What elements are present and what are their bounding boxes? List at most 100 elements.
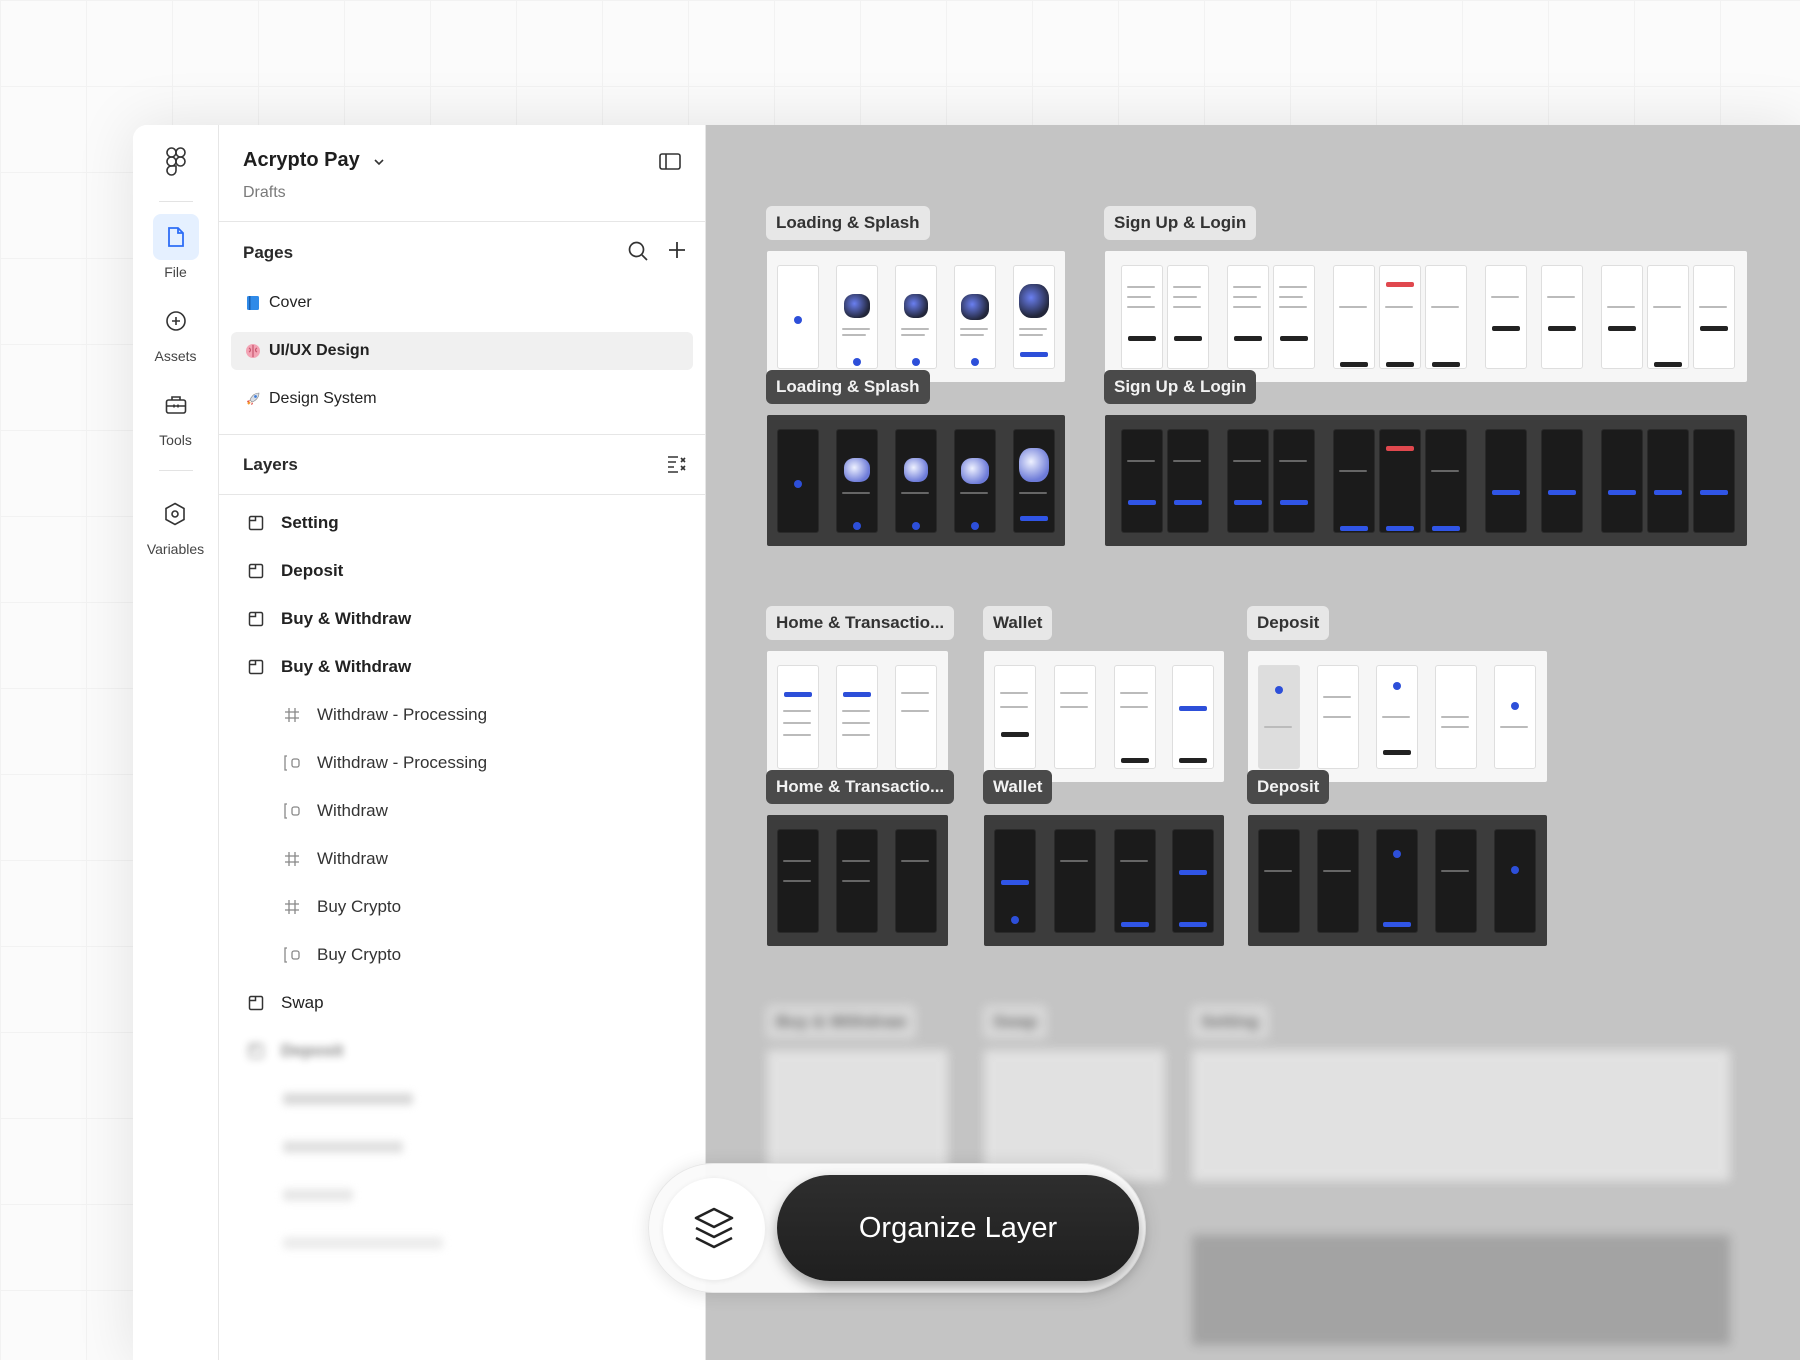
- sidebar-toggle-icon[interactable]: [659, 153, 681, 175]
- layer-item[interactable]: Buy Crypto: [219, 931, 705, 979]
- page-label: UI/UX Design: [269, 342, 370, 359]
- layer-item[interactable]: Withdraw - Processing: [219, 739, 705, 787]
- layer-label: Buy Crypto: [317, 945, 402, 964]
- section-icon: [247, 658, 265, 676]
- layer-label: Withdraw - Processing: [317, 753, 488, 772]
- section-frame-deposit[interactable]: [1248, 651, 1547, 782]
- layers-list: Setting Deposit Buy & Withdraw Buy & Wit…: [219, 495, 705, 1267]
- layer-item[interactable]: Swap: [219, 979, 705, 1027]
- section-label[interactable]: Setting: [1191, 1005, 1269, 1039]
- section-icon: [247, 610, 265, 628]
- section-frame-signup-login[interactable]: [1105, 251, 1747, 382]
- section-label[interactable]: Sign Up & Login: [1104, 370, 1257, 404]
- rail-item-tools[interactable]: Tools: [153, 382, 199, 448]
- component-instance-icon: [283, 946, 301, 964]
- figma-logo-icon[interactable]: [162, 147, 190, 179]
- page-item-cover[interactable]: Cover: [231, 284, 693, 322]
- section-icon: [247, 562, 265, 580]
- section-frame-setting-dark[interactable]: [1192, 1235, 1730, 1345]
- layer-item[interactable]: Buy Crypto: [219, 883, 705, 931]
- layer-label: Buy Crypto: [317, 897, 402, 916]
- sort-layers-icon[interactable]: [667, 455, 687, 478]
- project-header: Acrypto Pay Drafts: [219, 125, 705, 222]
- layer-item[interactable]: Buy & Withdraw: [219, 595, 705, 643]
- layer-label: Setting: [281, 513, 339, 532]
- layer-label: Deposit: [281, 1041, 344, 1060]
- section-frame-wallet-dark[interactable]: [984, 815, 1224, 946]
- rail-divider: [158, 470, 193, 471]
- layer-label: Withdraw - Processing: [317, 705, 488, 724]
- layer-label: Swap: [281, 993, 324, 1012]
- project-subtitle[interactable]: Drafts: [243, 184, 681, 202]
- frame-icon: [283, 850, 301, 868]
- section-label[interactable]: Wallet: [983, 606, 1053, 640]
- section-frame-loading-splash[interactable]: [767, 251, 1065, 382]
- pages-header: Pages: [219, 222, 705, 284]
- section-frame-setting[interactable]: [1192, 1050, 1730, 1181]
- add-page-icon[interactable]: [667, 240, 687, 267]
- rail-item-variables[interactable]: Variables: [147, 491, 204, 557]
- page-label: Cover: [269, 294, 312, 311]
- section-icon: [247, 1042, 265, 1060]
- section-frame-swap[interactable]: [984, 1050, 1165, 1181]
- rail-item-assets[interactable]: Assets: [153, 298, 199, 364]
- section-label[interactable]: Home & Transactio...: [766, 606, 955, 640]
- layer-item[interactable]: Withdraw - Processing: [219, 691, 705, 739]
- section-frame-home-transactions[interactable]: [767, 651, 948, 782]
- layers-header: Layers: [219, 435, 705, 495]
- section-label[interactable]: Wallet: [983, 770, 1053, 804]
- section-frame-loading-splash-dark[interactable]: [767, 415, 1065, 546]
- layer-item[interactable]: Deposit: [219, 1027, 705, 1075]
- organize-layer-toolbar: Organize Layer: [648, 1163, 1146, 1293]
- layers-stack-icon[interactable]: [663, 1178, 765, 1280]
- file-icon: [152, 214, 199, 260]
- assets-icon: [153, 298, 199, 344]
- rail-label-assets: Assets: [154, 348, 197, 364]
- frame-icon: [283, 898, 301, 916]
- section-label[interactable]: Deposit: [1247, 606, 1330, 640]
- section-frame-buy-withdraw[interactable]: [767, 1050, 948, 1181]
- project-title[interactable]: Acrypto Pay: [243, 149, 360, 172]
- pages-heading: Pages: [243, 243, 294, 262]
- page-item-design-system[interactable]: Design System: [231, 380, 693, 418]
- component-instance-icon: [283, 802, 301, 820]
- rail-label-variables: Variables: [146, 541, 205, 557]
- section-label[interactable]: Deposit: [1247, 770, 1330, 804]
- layer-label: Buy & Withdraw: [281, 657, 412, 676]
- section-frame-signup-login-dark[interactable]: [1105, 415, 1747, 546]
- rail-item-file[interactable]: File: [152, 214, 199, 280]
- section-frame-home-transactions-dark[interactable]: [767, 815, 948, 946]
- layer-item[interactable]: Withdraw: [219, 787, 705, 835]
- brain-icon: [245, 343, 261, 359]
- layer-item[interactable]: Setting: [219, 499, 705, 547]
- section-icon: [247, 514, 265, 532]
- section-label[interactable]: Loading & Splash: [766, 206, 930, 240]
- page-label: Design System: [269, 390, 377, 407]
- organize-layer-button[interactable]: Organize Layer: [777, 1175, 1139, 1281]
- chevron-down-icon[interactable]: [374, 153, 384, 171]
- side-panel: Acrypto Pay Drafts Pages Cover UI/UX Des…: [219, 125, 706, 1360]
- frame-icon: [283, 706, 301, 724]
- layer-label: Withdraw: [317, 801, 388, 820]
- layer-item[interactable]: Withdraw: [219, 835, 705, 883]
- section-label[interactable]: Swap: [983, 1005, 1048, 1039]
- section-label[interactable]: Sign Up & Login: [1104, 206, 1257, 240]
- page-item-uiux-design[interactable]: UI/UX Design: [231, 332, 693, 370]
- variables-icon: [152, 491, 198, 537]
- section-icon: [247, 994, 265, 1012]
- rail-label-file: File: [164, 264, 187, 280]
- section-frame-wallet[interactable]: [984, 651, 1224, 782]
- layer-item[interactable]: Deposit: [219, 547, 705, 595]
- rail-divider: [158, 201, 193, 202]
- left-rail: File Assets Tools Variables: [133, 125, 219, 1360]
- layer-item[interactable]: Buy & Withdraw: [219, 643, 705, 691]
- section-label[interactable]: Buy & Withdraw: [766, 1005, 917, 1039]
- layers-heading: Layers: [243, 454, 298, 474]
- layer-label: Deposit: [281, 561, 344, 580]
- section-label[interactable]: Loading & Splash: [766, 370, 930, 404]
- layer-label: Withdraw: [317, 849, 388, 868]
- section-frame-deposit-dark[interactable]: [1248, 815, 1547, 946]
- search-icon[interactable]: [627, 240, 649, 267]
- layer-label: Buy & Withdraw: [281, 609, 412, 628]
- section-label[interactable]: Home & Transactio...: [766, 770, 955, 804]
